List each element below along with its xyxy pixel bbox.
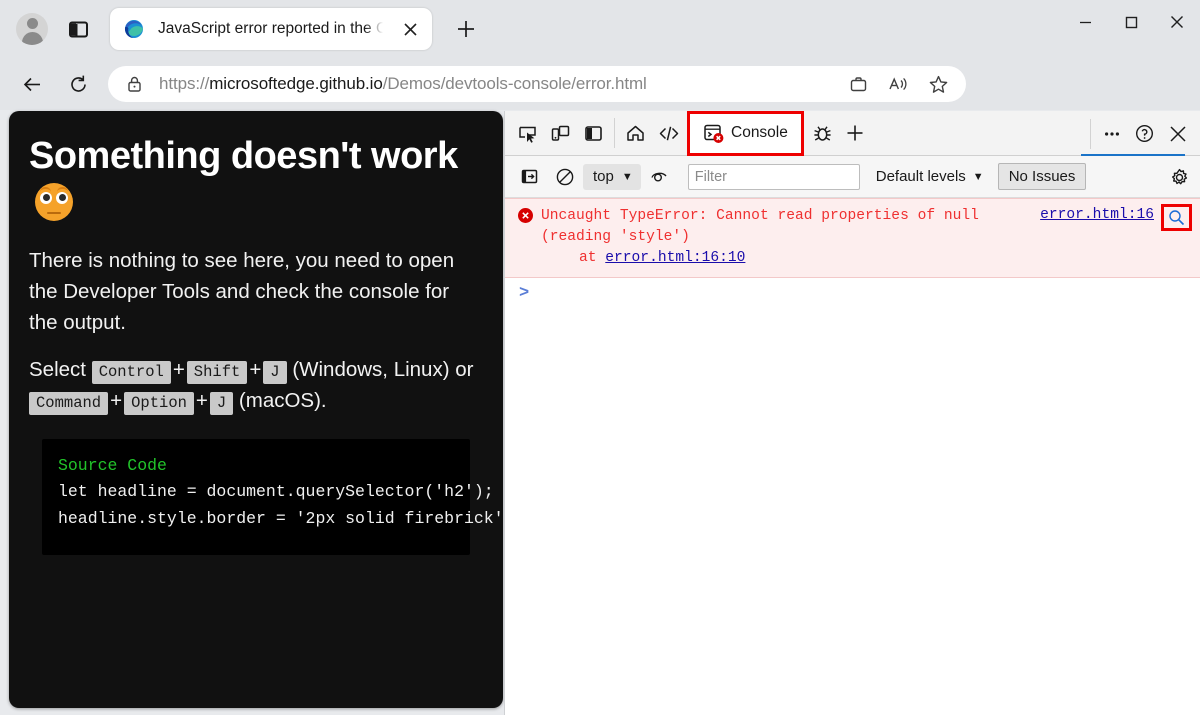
browser-window: JavaScript error reported in the C https… xyxy=(0,0,1200,715)
address-bar-actions xyxy=(838,66,958,102)
url-scheme: https:// xyxy=(159,74,210,93)
eye-live-expression-icon[interactable] xyxy=(643,160,676,193)
platform-mac-text: (macOS). xyxy=(238,389,327,413)
plus-separator: + xyxy=(195,389,208,413)
profile-avatar-icon xyxy=(16,13,48,45)
console-error-message-row[interactable]: Uncaught TypeError: Cannot read properti… xyxy=(505,198,1200,278)
key-command: Command xyxy=(29,392,109,416)
tab-console[interactable]: Console xyxy=(687,110,804,156)
add-tool-icon[interactable] xyxy=(839,117,872,150)
address-bar-url: https://microsoftedge.github.io/Demos/de… xyxy=(159,74,647,94)
tab-console-label: Console xyxy=(731,124,788,141)
url-path: /Demos/devtools-console/error.html xyxy=(382,74,647,93)
source-code-title: Source Code xyxy=(58,455,167,475)
clear-console-icon[interactable] xyxy=(548,160,581,193)
chevron-down-icon: ▼ xyxy=(972,170,984,183)
log-levels-label: Default levels xyxy=(875,168,966,185)
devtools-left-tools xyxy=(505,111,685,156)
context-selector-value: top xyxy=(593,168,614,185)
navigation-bar: https://microsoftedge.github.io/Demos/de… xyxy=(0,58,1200,150)
star-icon[interactable] xyxy=(918,68,958,100)
plus-separator: + xyxy=(249,358,262,382)
devtools-panel: Console top ▼ Filter Default levels ▼ No… xyxy=(504,110,1200,715)
dock-side-icon[interactable] xyxy=(577,117,610,150)
inspect-element-icon[interactable] xyxy=(511,117,544,150)
read-aloud-icon[interactable] xyxy=(878,68,918,100)
stack-prefix: at xyxy=(579,250,606,266)
console-output: Uncaught TypeError: Cannot read properti… xyxy=(505,198,1200,715)
window-controls xyxy=(1062,0,1200,44)
url-host: microsoftedge.github.io xyxy=(209,74,383,93)
console-source-link[interactable]: error.html:16 xyxy=(1040,207,1154,223)
log-levels-dropdown[interactable]: Default levels ▼ xyxy=(876,168,984,185)
page-paragraph-intro: There is nothing to see here, you need t… xyxy=(29,248,455,335)
window-close-button[interactable] xyxy=(1154,0,1200,44)
platform-windows-text: (Windows, Linux) or xyxy=(292,358,474,382)
device-emulation-icon[interactable] xyxy=(544,117,577,150)
search-magnifier-icon[interactable] xyxy=(1168,209,1185,226)
key-j-mac: J xyxy=(209,392,234,416)
home-icon[interactable] xyxy=(619,117,652,150)
console-filter-bar: top ▼ Default levels ▼ No Issues xyxy=(505,156,1200,198)
lock-icon[interactable] xyxy=(126,75,143,93)
briefcase-icon[interactable] xyxy=(838,68,878,100)
browser-chrome: JavaScript error reported in the C https… xyxy=(0,0,1200,150)
issues-button[interactable]: No Issues xyxy=(997,163,1087,190)
key-shift: Shift xyxy=(186,361,248,385)
key-option: Option xyxy=(124,392,194,416)
help-icon[interactable] xyxy=(1128,117,1161,150)
minimize-button[interactable] xyxy=(1062,0,1108,44)
profile-button[interactable] xyxy=(10,7,54,51)
browser-tab[interactable]: JavaScript error reported in the C xyxy=(110,8,432,50)
reload-button[interactable] xyxy=(60,66,96,102)
page-heading: Something doesn't work xyxy=(29,133,483,229)
maximize-button[interactable] xyxy=(1108,0,1154,44)
new-tab-button[interactable] xyxy=(448,11,484,47)
page-heading-text: Something doesn't work xyxy=(29,135,458,177)
more-options-icon[interactable] xyxy=(1095,117,1128,150)
key-control: Control xyxy=(91,361,171,385)
key-j-windows: J xyxy=(263,361,287,385)
page-content: Something doesn't work There is nothing … xyxy=(9,111,503,555)
search-highlight-box xyxy=(1161,204,1192,231)
console-sidebar-icon[interactable] xyxy=(513,160,546,193)
gear-icon[interactable] xyxy=(1166,164,1192,190)
console-error-stack: at error.html:16:10 xyxy=(541,248,1192,269)
devtools-tab-bar: Console xyxy=(505,110,1200,157)
bug-debugger-icon[interactable] xyxy=(806,117,839,150)
page-viewport: Something doesn't work There is nothing … xyxy=(9,111,503,708)
tab-title: JavaScript error reported in the C xyxy=(158,20,383,37)
title-bar: JavaScript error reported in the C xyxy=(0,0,1200,58)
devtools-right-tools xyxy=(806,111,872,156)
edge-logo-icon xyxy=(124,19,144,39)
face-with-raised-eyebrow-emoji xyxy=(35,182,73,221)
close-devtools-icon[interactable] xyxy=(1161,117,1194,150)
tab-actions-icon[interactable] xyxy=(60,11,96,47)
toolbar-divider xyxy=(614,118,615,148)
filter-input[interactable] xyxy=(687,163,860,190)
page-paragraph-shortcuts: Select Control + Shift + J (Windows, Linux) … xyxy=(29,354,483,416)
source-code-line-2: headline.style.border = '2px solid fireb… xyxy=(58,508,503,528)
back-button[interactable] xyxy=(14,66,50,102)
plus-separator: + xyxy=(172,358,185,382)
elements-code-icon[interactable] xyxy=(652,117,685,150)
context-selector[interactable]: top ▼ xyxy=(583,163,641,190)
tab-close-button[interactable] xyxy=(398,17,422,41)
console-error-text: Uncaught TypeError: Cannot read properti… xyxy=(541,208,988,245)
console-error-icon xyxy=(702,122,724,144)
plus-separator: + xyxy=(110,389,123,413)
chevron-down-icon: ▼ xyxy=(621,170,633,183)
toolbar-divider xyxy=(1090,118,1091,149)
console-prompt-row[interactable]: > xyxy=(505,278,1200,308)
source-code-block: Source Code let headline = document.quer… xyxy=(42,438,503,555)
console-prompt-chevron-icon: > xyxy=(519,283,530,303)
address-bar[interactable]: https://microsoftedge.github.io/Demos/de… xyxy=(108,66,966,102)
source-code-line-1: let headline = document.querySelector('h… xyxy=(58,482,494,502)
devtools-window-tools xyxy=(1086,111,1198,156)
error-circle-icon xyxy=(518,208,533,223)
stack-source-link[interactable]: error.html:16:10 xyxy=(605,250,745,266)
shortcut-intro-text: Select xyxy=(29,358,86,382)
